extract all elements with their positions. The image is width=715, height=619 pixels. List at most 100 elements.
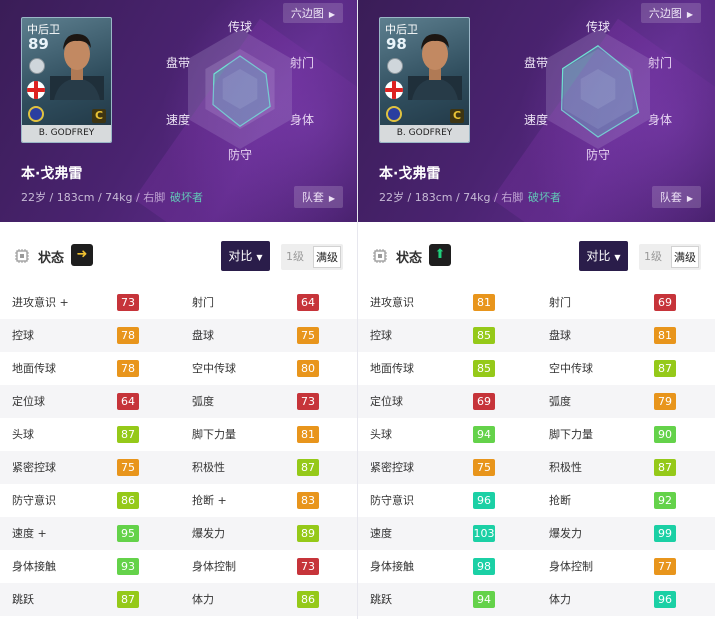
stat-value-right: 75: [297, 327, 319, 344]
stat-value-right: 90: [654, 426, 676, 443]
compare-button[interactable]: 对比 ▼: [221, 241, 270, 271]
kit-button[interactable]: 队套 ▶: [651, 186, 701, 208]
radar-label-physical: 身体: [290, 113, 315, 127]
stat-value-right: 80: [297, 360, 319, 377]
stat-value-left: 94: [473, 426, 495, 443]
stat-value-right: 79: [654, 393, 676, 410]
card-player-name: B. GODFREY: [380, 125, 469, 142]
england-flag-icon: [27, 81, 45, 99]
level-max-option[interactable]: 满级: [671, 246, 699, 268]
player-portrait-icon: [408, 34, 462, 100]
stat-value-left: 96: [473, 492, 495, 509]
stat-name-left: 速度 +: [12, 527, 47, 540]
level-max-option[interactable]: 满级: [313, 246, 341, 268]
stat-name-right: 爆发力: [192, 527, 225, 540]
player-name: 本·戈弗雷: [21, 166, 83, 182]
level-1-option[interactable]: 1级: [639, 244, 667, 270]
caret-down-icon: ▼: [614, 253, 621, 262]
stat-value-right: 81: [654, 327, 676, 344]
stat-name-left: 跳跃: [12, 593, 34, 606]
stat-name-right: 积极性: [192, 461, 225, 474]
stat-row: 身体接触 98 身体控制 77: [358, 550, 715, 583]
stat-row: 地面传球 85 空中传球 87: [358, 352, 715, 385]
stat-name-left: 身体接触: [12, 560, 56, 573]
stat-row: 头球 94 脚下力量 90: [358, 418, 715, 451]
stat-value-left: 75: [117, 459, 139, 476]
stat-name-left: 进攻意识 +: [12, 296, 69, 309]
compare-button[interactable]: 对比 ▼: [579, 241, 628, 271]
stat-value-right: 69: [654, 294, 676, 311]
stat-row: 地面传球 78 空中传球 80: [0, 352, 357, 385]
stat-name-left: 定位球: [370, 395, 403, 408]
stat-value-right: 86: [297, 591, 319, 608]
caret-right-icon: ▶: [686, 10, 693, 19]
stat-value-left: 75: [473, 459, 495, 476]
stat-name-right: 弧度: [192, 395, 214, 408]
stat-name-right: 体力: [192, 593, 214, 606]
playing-style: 破坏者: [528, 191, 561, 204]
status-icon: [373, 249, 387, 263]
level-1-option[interactable]: 1级: [281, 244, 309, 270]
compare-label: 对比: [228, 249, 253, 263]
stat-name-left: 身体接触: [370, 560, 414, 573]
stat-value-left: 95: [117, 525, 139, 542]
hexagon-view-label: 六边图: [290, 7, 324, 20]
card-player-name: B. GODFREY: [22, 125, 111, 142]
card-rating: 98: [386, 35, 407, 53]
player-card[interactable]: 中后卫 98 C B. GODFREY: [379, 17, 470, 143]
stat-name-right: 射门: [192, 296, 214, 309]
player-card[interactable]: 中后卫 89 C B. GODFREY: [21, 17, 112, 143]
stat-value-left: 103: [473, 525, 495, 542]
stat-value-right: 87: [297, 459, 319, 476]
stat-name-right: 爆发力: [549, 527, 582, 540]
stat-row: 跳跃 94 体力 96: [358, 583, 715, 616]
stat-name-left: 地面传球: [370, 362, 414, 375]
player-header: 中后卫 89 C B. GODFREY 传球 射门 身体 防守 速度 盘带 六边…: [0, 0, 357, 222]
stat-value-left: 85: [473, 360, 495, 377]
compare-label: 对比: [586, 249, 611, 263]
player-name: 本·戈弗雷: [379, 166, 441, 182]
stat-name-right: 射门: [549, 296, 571, 309]
stat-name-left: 定位球: [12, 395, 45, 408]
stat-name-left: 紧密控球: [12, 461, 56, 474]
stat-name-left: 进攻意识: [370, 296, 414, 309]
radar-label-physical: 身体: [648, 113, 673, 127]
stat-name-left: 速度: [370, 527, 392, 540]
stat-name-left: 头球: [370, 428, 392, 441]
condition-arrow-icon[interactable]: ⬆: [429, 244, 451, 266]
kit-button[interactable]: 队套 ▶: [293, 186, 343, 208]
hexagon-view-button[interactable]: 六边图 ▶: [282, 3, 343, 23]
stat-name-left: 防守意识: [370, 494, 414, 507]
stat-row: 跳跃 87 体力 86: [0, 583, 357, 616]
card-tier: C: [92, 109, 106, 123]
stat-name-left: 头球: [12, 428, 34, 441]
stats-table: 进攻意识 81 射门 69 控球 85 盘球 81 地面传球 85 空中传球 8…: [358, 286, 715, 616]
player-panel: 中后卫 98 C B. GODFREY 传球 射门 身体 防守 速度 盘带 六边…: [357, 0, 715, 619]
player-panel: 中后卫 89 C B. GODFREY 传球 射门 身体 防守 速度 盘带 六边…: [0, 0, 357, 619]
stat-value-right: 96: [654, 591, 676, 608]
stat-value-left: 81: [473, 294, 495, 311]
stat-row: 进攻意识 + 73 射门 64: [0, 286, 357, 319]
kit-label: 队套: [659, 191, 682, 204]
condition-arrow-icon[interactable]: ➜: [71, 244, 93, 266]
stat-name-right: 抢断 +: [192, 494, 227, 507]
stat-row: 速度 + 95 爆发力 89: [0, 517, 357, 550]
level-toggle: 1级 满级: [281, 244, 343, 270]
stat-value-left: 86: [117, 492, 139, 509]
stat-value-right: 99: [654, 525, 676, 542]
radar-label-speed: 速度: [166, 113, 191, 127]
stat-value-right: 73: [297, 393, 319, 410]
stat-value-right: 77: [654, 558, 676, 575]
stats-table: 进攻意识 + 73 射门 64 控球 78 盘球 75 地面传球 78 空中传球…: [0, 286, 357, 616]
stat-row: 身体接触 93 身体控制 73: [0, 550, 357, 583]
stat-row: 进攻意识 81 射门 69: [358, 286, 715, 319]
radar-label-defence: 防守: [586, 148, 611, 162]
hexagon-view-label: 六边图: [648, 7, 682, 20]
stat-name-right: 身体控制: [192, 560, 236, 573]
level-toggle: 1级 满级: [639, 244, 701, 270]
caret-right-icon: ▶: [328, 10, 335, 19]
hexagon-view-button[interactable]: 六边图 ▶: [640, 3, 701, 23]
radar-inner-hexagon: [222, 69, 258, 109]
stat-value-right: 73: [297, 558, 319, 575]
stat-value-left: 78: [117, 327, 139, 344]
